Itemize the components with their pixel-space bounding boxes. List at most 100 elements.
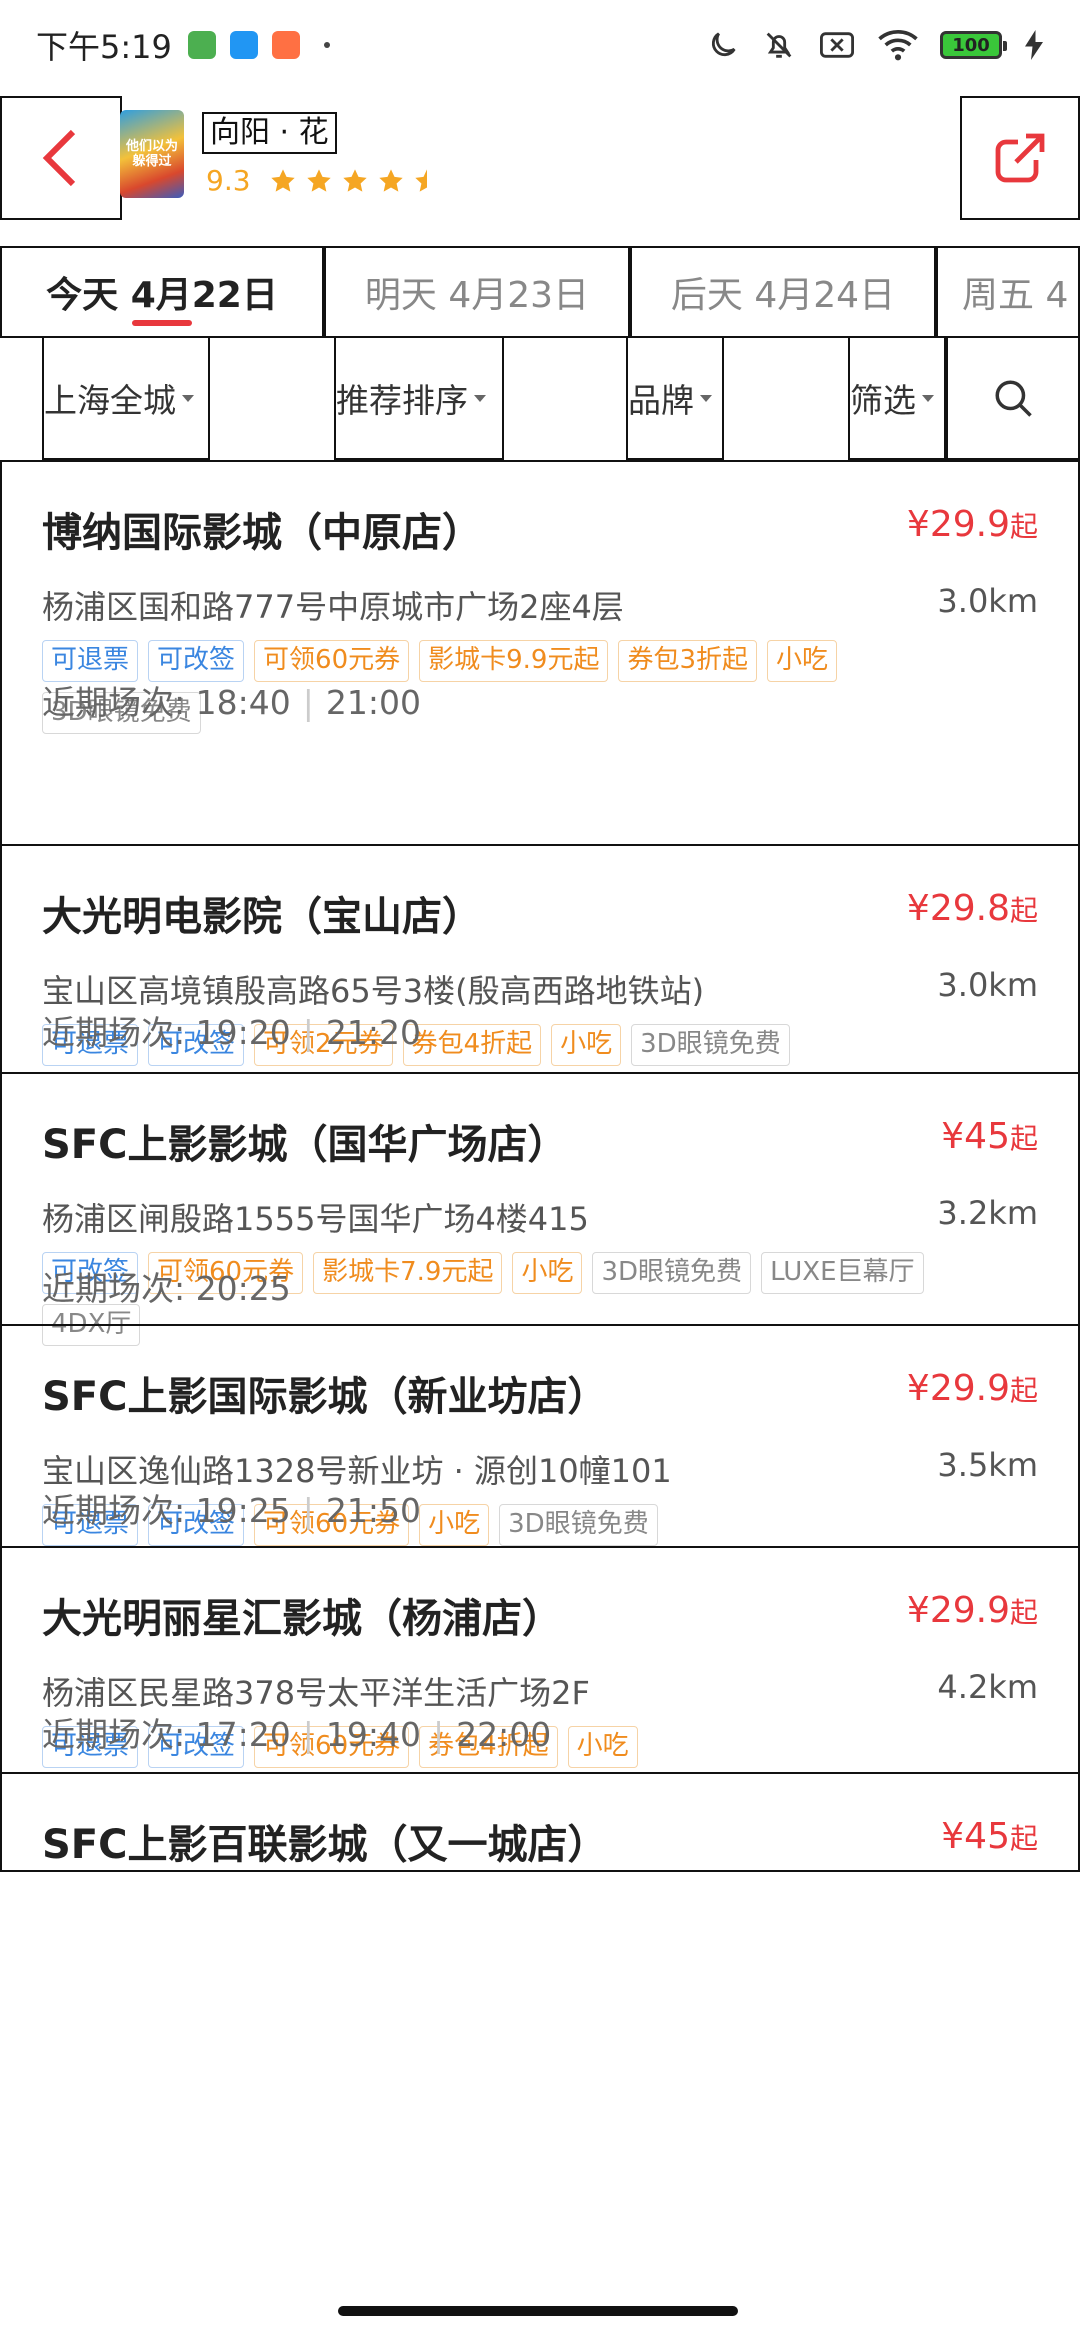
brand-filter[interactable]: 品牌 <box>626 336 724 460</box>
home-indicator[interactable] <box>338 2306 738 2316</box>
feature-tag: 小吃 <box>512 1252 583 1294</box>
screen-filter[interactable]: 筛选 <box>848 336 946 460</box>
cinema-card[interactable]: SFC上影影城（国华广场店） ¥45起 杨浦区闸殷路1555号国华广场4楼415 3.… <box>0 1072 1080 1346</box>
star-icon <box>306 168 331 192</box>
price-value: ¥45 <box>941 1816 1010 1857</box>
sessions-label: 近期场次: <box>42 1013 186 1052</box>
status-time: 下午5:19 <box>36 28 172 66</box>
sessions-label: 近期场次: <box>42 683 186 722</box>
session-separator: | <box>302 1013 314 1052</box>
battery-icon: 100 <box>940 31 1007 59</box>
price-value: ¥29.9 <box>906 1368 1010 1409</box>
session-time: 21:00 <box>325 683 421 722</box>
movie-header: 他们以为躲得过 向阳 · 花 9.3 <box>0 96 1080 220</box>
price-suffix: 起 <box>1009 510 1038 543</box>
caret-down-icon <box>922 394 934 402</box>
movie-title[interactable]: 向阳 · 花 <box>202 112 337 154</box>
cinema-name: 大光明丽星汇影城（杨浦店） <box>42 1596 562 1642</box>
feature-tag: 3D眼镜免费 <box>499 1504 658 1546</box>
tab-tomorrow[interactable]: 明天 4月23日 <box>324 246 630 338</box>
price-value: ¥29.9 <box>906 504 1010 545</box>
recent-sessions: 近期场次: 18:40 | 21:00 <box>42 676 421 724</box>
sort-filter[interactable]: 推荐排序 <box>334 336 504 460</box>
chevron-left-icon <box>42 129 76 187</box>
charging-bolt-icon <box>1025 30 1043 60</box>
status-bar: 下午5:19 100 <box>0 0 1080 90</box>
feature-tag: LUXE巨幕厅 <box>761 1252 924 1294</box>
movie-rating: 9.3 <box>206 164 441 197</box>
cinema-card[interactable]: 大光明丽星汇影城（杨浦店） ¥29.9起 杨浦区民星路378号太平洋生活广场2F 4.… <box>0 1546 1080 1774</box>
cinema-name: SFC上影影城（国华广场店） <box>42 1122 568 1168</box>
cinema-price: ¥29.9起 <box>907 1368 1038 1409</box>
cloud-app-icon <box>229 31 258 59</box>
tab-today[interactable]: 今天 4月22日 <box>0 246 324 338</box>
cinema-card[interactable]: SFC上影国际影城（新业坊店） ¥29.9起 宝山区逸仙路1328号新业坊 · 源创… <box>0 1324 1080 1548</box>
cinema-card[interactable]: SFC上影百联影城（又一城店） ¥45起 <box>0 1772 1080 1872</box>
star-rating <box>269 167 441 195</box>
notification-icons <box>187 31 330 59</box>
caret-down-icon <box>182 394 194 402</box>
sim-off-icon <box>820 32 854 58</box>
price-suffix: 起 <box>1009 1596 1038 1629</box>
movie-poster[interactable]: 他们以为躲得过 <box>120 110 184 198</box>
bell-off-icon <box>766 32 792 58</box>
feature-tag: 小吃 <box>551 1024 622 1066</box>
star-icon <box>378 168 403 192</box>
feature-tag: 小吃 <box>767 640 838 682</box>
date-tabs: 今天 4月22日 明天 4月23日 后天 4月24日 周五 4 <box>0 246 1080 338</box>
price-value: ¥45 <box>941 1116 1010 1157</box>
session-separator: | <box>302 1491 314 1530</box>
tab-friday[interactable]: 周五 4 <box>936 246 1080 338</box>
session-time: 19:20 <box>195 1013 291 1052</box>
caret-down-icon <box>700 394 712 402</box>
star-icon <box>270 168 295 192</box>
search-button[interactable] <box>946 336 1080 460</box>
session-time: 19:40 <box>325 1715 421 1754</box>
moon-icon <box>711 32 736 57</box>
price-value: ¥29.9 <box>906 1590 1010 1631</box>
share-icon <box>995 133 1045 183</box>
recent-sessions: 近期场次: 17:20 | 19:40 | 22:00 <box>42 1708 551 1756</box>
filter-bar: 上海全城 推荐排序 品牌 筛选 <box>0 336 1080 460</box>
session-time: 20:25 <box>195 1269 291 1308</box>
tab-day-after-tomorrow[interactable]: 后天 4月24日 <box>630 246 936 338</box>
cinema-distance: 3.5km <box>937 1446 1038 1484</box>
cinema-price: ¥29.9起 <box>907 1590 1038 1631</box>
feature-tag: 券包3折起 <box>618 640 758 682</box>
cinema-price: ¥45起 <box>941 1816 1038 1857</box>
session-separator: | <box>302 683 314 722</box>
feature-tag: 券包4折起 <box>402 1024 542 1066</box>
feature-tag: 影城卡9.9元起 <box>419 640 609 682</box>
cinema-name: 博纳国际影城（中原店） <box>42 510 482 556</box>
city-filter[interactable]: 上海全城 <box>42 336 210 460</box>
session-time: 17:20 <box>195 1715 291 1754</box>
cinema-distance: 3.0km <box>937 966 1038 1004</box>
session-time: 21:20 <box>325 1013 421 1052</box>
sessions-label: 近期场次: <box>42 1269 186 1308</box>
cinema-price: ¥29.9起 <box>907 504 1038 545</box>
feature-tag: 3D眼镜免费 <box>631 1024 790 1066</box>
android-app-icon <box>187 31 216 59</box>
recent-sessions: 近期场次: 19:25 | 21:50 <box>42 1484 421 1532</box>
search-icon <box>995 380 1032 417</box>
feature-tag: 3D眼镜免费 <box>592 1252 752 1294</box>
cinema-name: SFC上影国际影城（新业坊店） <box>42 1374 608 1420</box>
cinema-distance: 4.2km <box>937 1668 1038 1706</box>
feature-tag: 小吃 <box>567 1726 638 1768</box>
status-indicators: 100 <box>706 28 1044 62</box>
back-button[interactable] <box>0 96 122 220</box>
cinema-name: 大光明电影院（宝山店） <box>42 894 482 940</box>
cinema-address: 杨浦区闸殷路1555号国华广场4楼415 <box>42 1200 589 1238</box>
star-icon <box>414 168 439 192</box>
cinema-card[interactable]: 大光明电影院（宝山店） ¥29.8起 宝山区高境镇殷高路65号3楼(殷高西路地铁站)… <box>0 844 1080 1074</box>
session-time: 19:25 <box>195 1491 291 1530</box>
wifi-icon <box>878 29 918 61</box>
price-suffix: 起 <box>1009 1822 1038 1855</box>
caret-down-icon <box>474 394 486 402</box>
recent-sessions: 近期场次: 19:20 | 21:20 <box>42 1006 421 1054</box>
session-time: 18:40 <box>195 683 291 722</box>
more-notifications-dot <box>323 42 330 48</box>
cinema-card[interactable]: 博纳国际影城（中原店） ¥29.9起 杨浦区国和路777号中原城市广场2座4层 3.0… <box>0 460 1080 846</box>
share-button[interactable] <box>960 96 1080 220</box>
sessions-label: 近期场次: <box>42 1715 186 1754</box>
